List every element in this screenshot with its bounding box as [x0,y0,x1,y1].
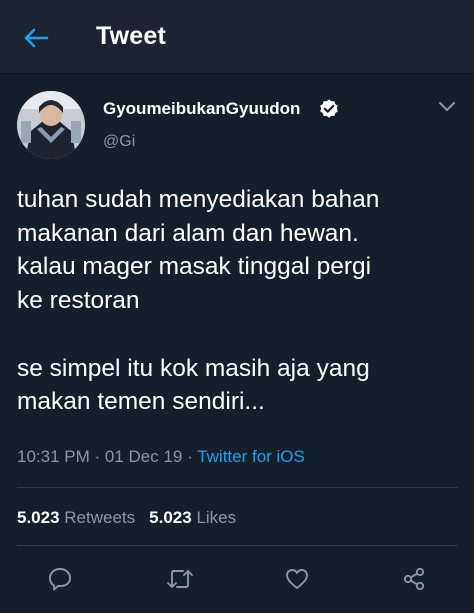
arrow-left-icon [24,28,49,48]
retweets-stat[interactable]: 5.023 Retweets [17,508,135,528]
tweet-text: tuhan sudah menyediakan bahan makanan da… [17,186,380,416]
retweets-label: Retweets [64,508,136,527]
tweet-time: 10:31 PM [17,447,90,466]
verified-badge-icon [320,99,338,118]
share-icon [403,567,425,591]
author-name[interactable]: GyoumeibukanGyuudon [103,99,300,119]
tweet-source-link[interactable]: Twitter for iOS [197,447,305,466]
like-icon [286,569,308,589]
divider [17,487,458,488]
tweet-meta: 10:31 PM · 01 Dec 19 · Twitter for iOS [17,447,305,467]
tweet-stats: 5.023 Retweets 5.023 Likes [17,508,236,528]
share-button[interactable] [400,565,428,593]
avatar[interactable] [17,91,85,159]
meta-separator: · [89,447,105,466]
retweet-button[interactable] [166,565,194,593]
like-button[interactable] [283,565,311,593]
likes-stat[interactable]: 5.023 Likes [149,508,236,528]
retweets-count: 5.023 [17,508,60,527]
divider [17,545,458,546]
tweet-date: 01 Dec 19 [104,447,183,466]
top-bar: Tweet [0,0,474,74]
reply-button[interactable] [46,565,74,593]
retweet-icon [167,570,193,588]
reply-icon [49,568,71,591]
back-button[interactable] [20,22,52,54]
chevron-down-icon[interactable] [437,99,457,113]
meta-separator: · [182,447,198,466]
page-title: Tweet [96,22,166,50]
author-handle: @Gi [103,133,136,150]
likes-label: Likes [196,508,237,527]
likes-count: 5.023 [149,508,192,527]
